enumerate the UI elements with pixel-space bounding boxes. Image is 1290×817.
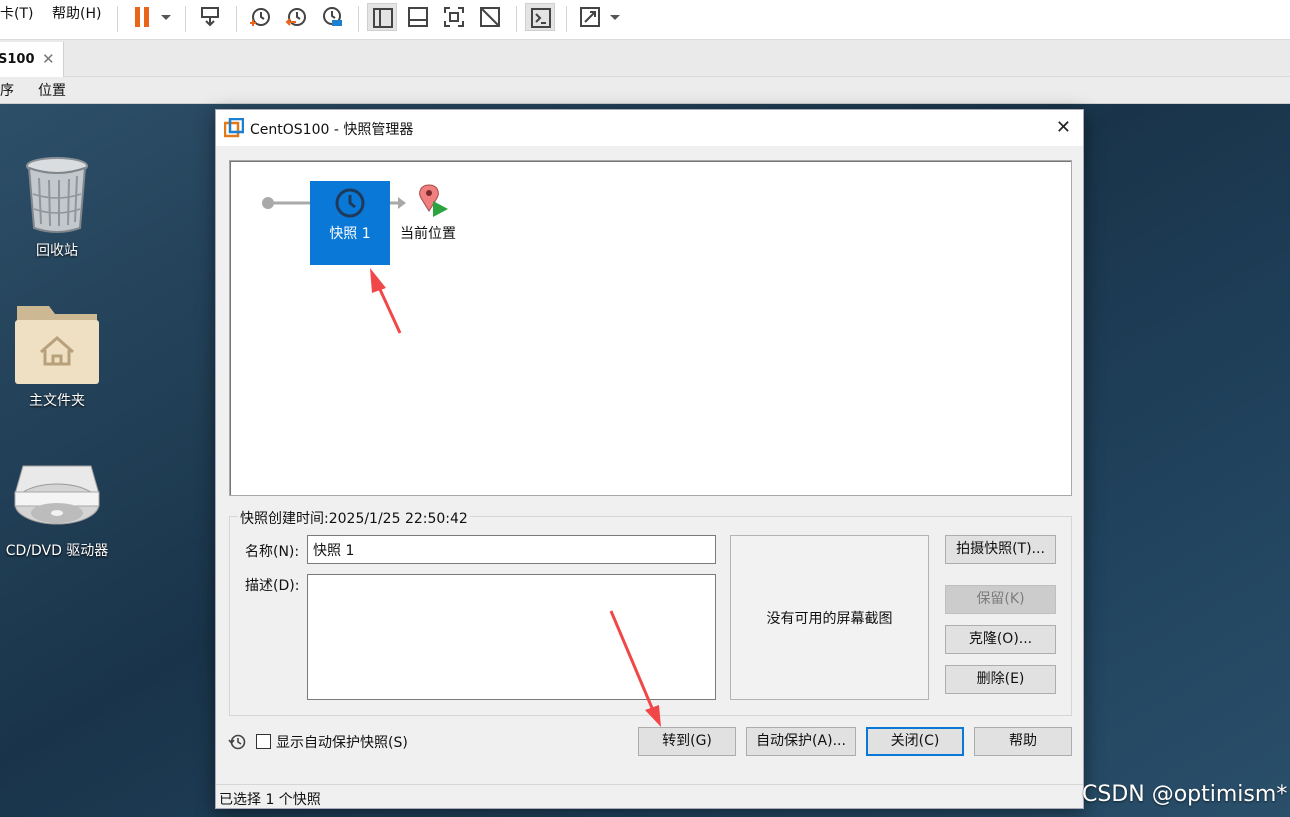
help-button[interactable]: 帮助 bbox=[974, 727, 1072, 756]
show-autoprotect-label[interactable]: 显示自动保护快照(S) bbox=[276, 732, 408, 752]
snapshot-details-group: 快照创建时间:2025/1/25 22:50:42 名称(N): 描述(D): … bbox=[229, 508, 1072, 716]
library-view-button[interactable] bbox=[367, 3, 397, 31]
close-icon[interactable]: ✕ bbox=[1056, 117, 1071, 138]
desktop-icon-trash[interactable]: 回收站 bbox=[1, 154, 113, 264]
snapshot-node-selected[interactable]: 快照 1 bbox=[310, 181, 390, 265]
menu-tab[interactable]: 卡(T) bbox=[0, 3, 33, 23]
autoprotect-history-icon bbox=[228, 734, 246, 750]
dialog-status-bar: 已选择 1 个快照 bbox=[216, 784, 1083, 808]
csdn-watermark: CSDN @optimism* bbox=[1082, 782, 1288, 807]
close-button[interactable]: 关闭(C) bbox=[866, 727, 964, 756]
snapshot-node-label: 快照 1 bbox=[329, 226, 371, 242]
take-snapshot-button[interactable] bbox=[245, 3, 275, 31]
console-view-icon bbox=[531, 8, 551, 28]
dialog-title: CentOS100 - 快照管理器 bbox=[250, 122, 414, 138]
snapshot-tree[interactable]: 快照 1 当前位置 bbox=[229, 160, 1072, 496]
vmware-logo-icon bbox=[224, 118, 244, 138]
optical-drive-icon bbox=[14, 465, 100, 525]
vm-tab[interactable]: S100 ✕ bbox=[0, 42, 64, 78]
guest-menu-places[interactable]: 位置 bbox=[38, 80, 66, 100]
name-label: 名称(N): bbox=[245, 544, 300, 560]
desktop-icon-home-folder[interactable]: 主文件夹 bbox=[1, 300, 113, 412]
current-location-label: 当前位置 bbox=[400, 226, 456, 242]
snapshot-clock-icon bbox=[335, 188, 365, 218]
unity-icon bbox=[480, 7, 500, 27]
stretch-icon bbox=[580, 7, 600, 27]
keep-button[interactable]: 保留(K) bbox=[945, 585, 1056, 614]
snapshot-manager-button[interactable] bbox=[317, 3, 347, 31]
send-ctrl-alt-del-button[interactable] bbox=[195, 3, 225, 31]
description-label: 描述(D): bbox=[245, 578, 300, 594]
snapshot-manager-dialog: CentOS100 - 快照管理器 ✕ 快照 1 当前位置 快照创建时间:202… bbox=[215, 109, 1084, 809]
snapshot-manager-icon bbox=[323, 7, 342, 26]
menu-help[interactable]: 帮助(H) bbox=[52, 3, 101, 23]
snapshot-screenshot-preview: 没有可用的屏幕截图 bbox=[730, 535, 929, 700]
no-screenshot-text: 没有可用的屏幕截图 bbox=[766, 610, 893, 627]
vm-tab-label: S100 bbox=[0, 52, 35, 67]
send-ctrl-alt-del-icon bbox=[201, 7, 219, 27]
console-view-button[interactable] bbox=[525, 3, 555, 31]
desktop-icon-label: 回收站 bbox=[36, 243, 78, 259]
clone-button[interactable]: 克隆(O)... bbox=[945, 625, 1056, 654]
toolbar-separator bbox=[358, 6, 359, 32]
close-icon[interactable]: ✕ bbox=[42, 50, 55, 68]
toolbar-separator bbox=[516, 6, 517, 32]
snapshot-description-input[interactable] bbox=[307, 574, 716, 700]
host-toolbar: 卡(T) 帮助(H) bbox=[0, 0, 1290, 40]
trash-icon bbox=[26, 157, 88, 233]
thumbnail-bar-icon bbox=[408, 7, 428, 27]
revert-snapshot-icon bbox=[285, 8, 306, 26]
power-dropdown-button[interactable] bbox=[155, 3, 175, 31]
full-screen-icon bbox=[444, 7, 464, 27]
stretch-button[interactable] bbox=[575, 3, 605, 31]
dropdown-icon bbox=[161, 15, 171, 20]
pause-icon bbox=[135, 7, 149, 27]
full-screen-button[interactable] bbox=[439, 3, 469, 31]
guest-menu-applications[interactable]: 序 bbox=[0, 80, 14, 100]
desktop-icon-label: 主文件夹 bbox=[29, 393, 85, 409]
vm-tab-bar: S100 ✕ bbox=[0, 40, 1290, 78]
toolbar-separator bbox=[185, 6, 186, 32]
toolbar-separator bbox=[236, 6, 237, 32]
current-location-icon bbox=[419, 184, 448, 217]
library-view-icon bbox=[373, 8, 393, 28]
revert-snapshot-button[interactable] bbox=[281, 3, 311, 31]
take-snapshot-icon bbox=[250, 8, 270, 26]
delete-button[interactable]: 删除(E) bbox=[945, 665, 1056, 694]
goto-button[interactable]: 转到(G) bbox=[638, 727, 736, 756]
autoprotect-button[interactable]: 自动保护(A)... bbox=[746, 727, 856, 756]
thumbnail-bar-button[interactable] bbox=[403, 3, 433, 31]
desktop-icon-optical-drive[interactable]: CD/DVD 驱动器 bbox=[1, 458, 113, 562]
take-snapshot-button[interactable]: 拍摄快照(T)... bbox=[945, 535, 1056, 564]
dropdown-icon bbox=[610, 15, 620, 20]
toolbar-separator bbox=[566, 6, 567, 32]
snapshot-name-input[interactable] bbox=[307, 535, 716, 564]
desktop-icon-label: CD/DVD 驱动器 bbox=[5, 543, 109, 559]
stretch-dropdown-button[interactable] bbox=[604, 3, 624, 31]
show-autoprotect-checkbox[interactable] bbox=[256, 734, 271, 749]
pause-button[interactable] bbox=[127, 3, 157, 31]
snapshot-created-time: 快照创建时间:2025/1/25 22:50:42 bbox=[238, 508, 470, 528]
guest-top-panel: 序 位置 bbox=[0, 77, 1290, 104]
home-folder-icon bbox=[15, 306, 99, 384]
status-text: 已选择 1 个快照 bbox=[219, 792, 321, 808]
toolbar-separator bbox=[117, 6, 118, 32]
unity-button[interactable] bbox=[475, 3, 505, 31]
dialog-titlebar[interactable]: CentOS100 - 快照管理器 ✕ bbox=[216, 110, 1083, 146]
